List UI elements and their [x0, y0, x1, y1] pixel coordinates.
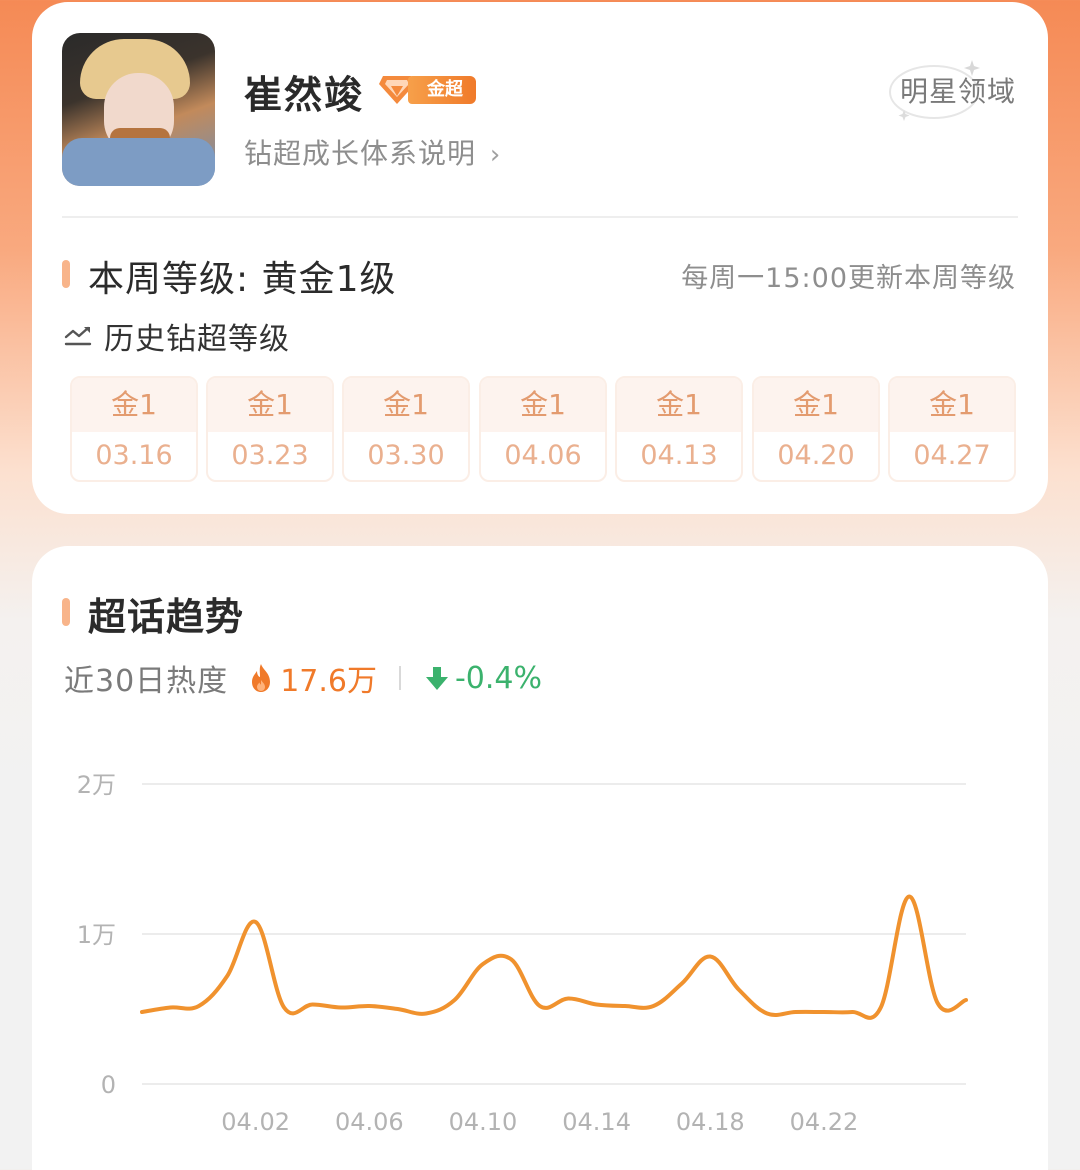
heat-label: 近30日热度 — [64, 664, 229, 699]
heat-trend-chart: 0 1万 2万 04.02 04.06 04.10 04.14 04.18 04.22 — [77, 771, 968, 1136]
x-tick-label: 04.02 — [221, 1108, 290, 1136]
level-value: 金1 — [754, 378, 878, 432]
level-date: 04.20 — [777, 440, 855, 471]
super-topic-card: 崔然竣 金超 钻超成长体系说明 › 明星领域 本周等级: 黄金1级 每周一15:… — [32, 2, 1048, 514]
history-level-header[interactable]: 历史钻超等级 — [64, 314, 290, 358]
level-history-item[interactable]: 金1 03.30 — [342, 376, 470, 482]
separator — [398, 666, 401, 690]
level-history-list: 金1 03.16 金1 03.23 金1 03.30 金1 04.06 金1 0… — [70, 376, 1018, 484]
level-history-item[interactable]: 金1 03.23 — [206, 376, 334, 482]
divider — [62, 216, 1018, 218]
level-date: 03.30 — [367, 440, 445, 471]
level-value: 金1 — [890, 378, 1014, 432]
weekly-level-title: 本周等级: 黄金1级 — [88, 259, 397, 300]
level-value: 金1 — [72, 378, 196, 432]
star-domain-link[interactable]: 明星领域 — [900, 70, 1016, 110]
level-history-item[interactable]: 金1 04.27 — [888, 376, 1016, 482]
heat-series-line — [140, 894, 968, 1020]
level-value: 金1 — [344, 378, 468, 432]
heat-value: 17.6万 — [280, 664, 377, 699]
level-date: 03.23 — [231, 440, 309, 471]
y-tick-label: 1万 — [77, 921, 116, 949]
section-marker — [62, 260, 70, 288]
x-tick-label: 04.10 — [449, 1108, 518, 1136]
level-date: 04.13 — [640, 440, 718, 471]
gold-super-badge[interactable]: 金超 — [378, 72, 476, 106]
level-history-item[interactable]: 金1 04.06 — [479, 376, 607, 482]
growth-system-link[interactable]: 钻超成长体系说明 › — [244, 132, 501, 172]
y-tick-label: 0 — [101, 1071, 116, 1099]
level-date: 03.16 — [95, 440, 173, 471]
level-history-item[interactable]: 金1 03.16 — [70, 376, 198, 482]
level-value: 金1 — [617, 378, 741, 432]
topic-trend-card: 超话趋势 近30日热度 17.6万 -0.4% 0 1万 2万 04.02 04.06 0… — [32, 546, 1048, 1170]
fire-icon — [252, 664, 271, 692]
arrow-down-icon — [425, 667, 448, 690]
level-date: 04.06 — [504, 440, 582, 471]
y-tick-label: 2万 — [77, 771, 116, 799]
level-date: 04.27 — [913, 440, 991, 471]
x-tick-label: 04.18 — [676, 1108, 745, 1136]
badge-label: 金超 — [408, 76, 476, 104]
x-tick-label: 04.14 — [562, 1108, 631, 1136]
growth-link-label: 钻超成长体系说明 — [244, 137, 477, 170]
trend-chart-icon — [64, 326, 92, 346]
chevron-right-icon: › — [489, 140, 502, 170]
heat-change: -0.4% — [454, 660, 543, 696]
avatar[interactable] — [62, 33, 215, 186]
trend-title: 超话趋势 — [88, 595, 245, 639]
level-value: 金1 — [208, 378, 332, 432]
level-value: 金1 — [481, 378, 605, 432]
level-history-item[interactable]: 金1 04.13 — [615, 376, 743, 482]
section-marker — [62, 598, 70, 626]
x-tick-label: 04.06 — [335, 1108, 404, 1136]
profile-name[interactable]: 崔然竣 — [244, 64, 364, 119]
heat-summary: 近30日热度 17.6万 -0.4% — [64, 658, 543, 700]
history-level-label: 历史钻超等级 — [104, 322, 290, 357]
level-history-item[interactable]: 金1 04.20 — [752, 376, 880, 482]
update-note: 每周一15:00更新本周等级 — [681, 263, 1016, 294]
x-tick-label: 04.22 — [790, 1108, 859, 1136]
